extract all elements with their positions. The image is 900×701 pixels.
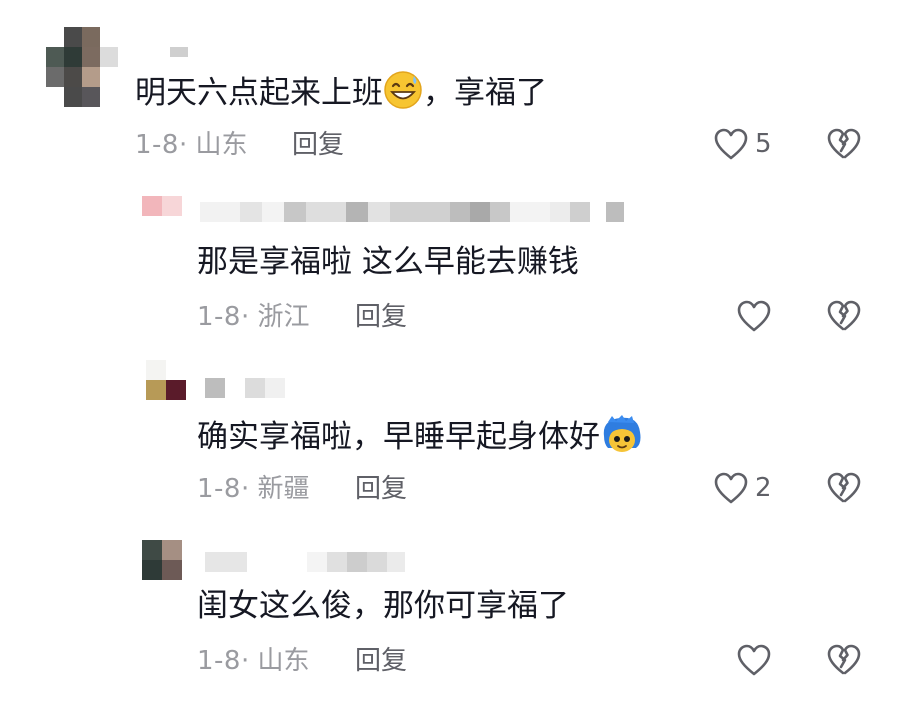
reply-text-main: 确实享福啦，早睡早起身体好 (197, 419, 600, 455)
like-count: 5 (755, 129, 772, 159)
reply-avatar[interactable] (142, 196, 182, 236)
reply-meta: 1-8· 浙江 (197, 300, 310, 334)
like-button[interactable]: 2 (713, 471, 772, 505)
reply-button[interactable]: 回复 (355, 472, 407, 506)
comment-text-main: 明天六点起来上班 (135, 75, 383, 111)
comment-meta: 1-8· 山东 (135, 128, 248, 162)
heart-outline-icon (713, 127, 749, 161)
broken-heart-icon (826, 643, 862, 677)
reply-text: 确实享福啦，早睡早起身体好 (197, 414, 641, 457)
heart-outline-icon (736, 643, 772, 677)
dislike-button[interactable] (826, 471, 862, 505)
reply-location: · 新疆 (240, 474, 310, 504)
commenter-avatar[interactable] (46, 27, 118, 107)
grinning-sweat-emoji (383, 70, 423, 110)
dislike-button[interactable] (826, 643, 862, 677)
blue-hair-face-emoji (600, 414, 641, 454)
reply-text: 那是享福啦 这么早能去赚钱 (197, 244, 579, 280)
reply-username-blurred[interactable] (200, 200, 624, 224)
broken-heart-icon (826, 299, 862, 333)
dislike-button[interactable] (826, 127, 862, 161)
broken-heart-icon (826, 127, 862, 161)
reply-location: · 浙江 (240, 302, 310, 332)
like-button[interactable] (736, 643, 778, 677)
reply-date: 1-8 (197, 302, 241, 332)
reply-username-blurred[interactable] (205, 376, 285, 400)
comment-date: 1-8 (135, 130, 179, 160)
like-button[interactable]: 5 (713, 127, 772, 161)
reply-avatar[interactable] (146, 360, 186, 400)
broken-heart-icon (826, 471, 862, 505)
reply-username-blurred[interactable] (205, 550, 405, 574)
reply-date: 1-8 (197, 646, 241, 676)
reply-location: · 山东 (240, 646, 310, 676)
reply-button[interactable]: 回复 (292, 128, 344, 162)
reply-avatar[interactable] (142, 540, 182, 580)
heart-outline-icon (713, 471, 749, 505)
comment-text-tail: ，享福了 (423, 75, 547, 111)
dislike-button[interactable] (826, 299, 862, 333)
comment-text: 明天六点起来上班 ，享福了 (135, 70, 547, 113)
commenter-username-blurred[interactable] (170, 40, 188, 64)
reply-date: 1-8 (197, 474, 241, 504)
reply-button[interactable]: 回复 (355, 300, 407, 334)
like-button[interactable] (736, 299, 778, 333)
reply-meta: 1-8· 山东 (197, 644, 310, 678)
reply-meta: 1-8· 新疆 (197, 472, 310, 506)
comment-location: · 山东 (178, 130, 248, 160)
like-count: 2 (755, 473, 772, 503)
heart-outline-icon (736, 299, 772, 333)
reply-button[interactable]: 回复 (355, 644, 407, 678)
reply-text: 闺女这么俊，那你可享福了 (197, 588, 569, 624)
